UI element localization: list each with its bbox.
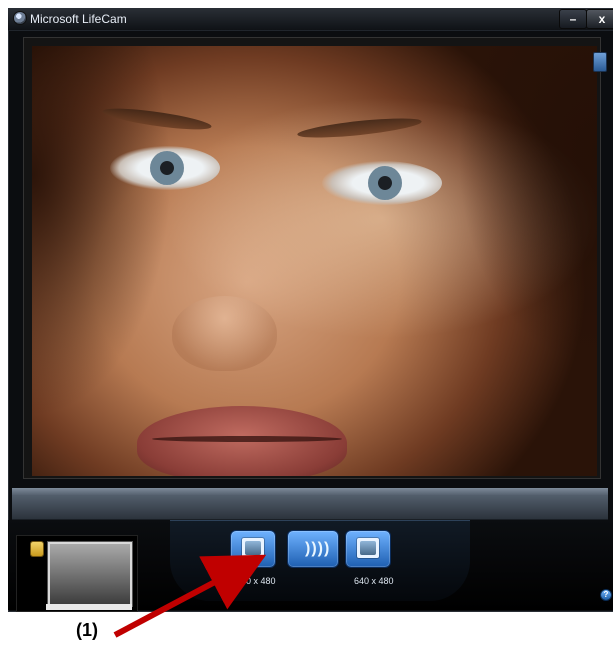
arrow-line: [113, 554, 267, 638]
callout-arrow: [113, 554, 267, 638]
annotation-label: (1): [76, 620, 98, 640]
